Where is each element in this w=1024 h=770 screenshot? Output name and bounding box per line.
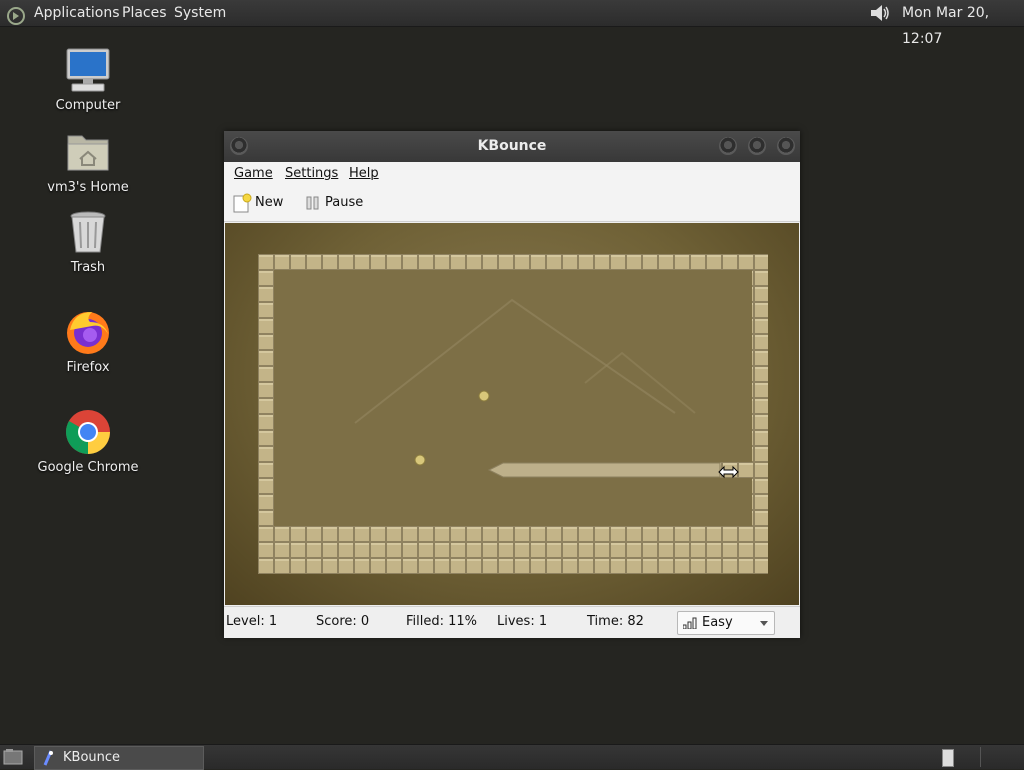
window-title: KBounce	[477, 138, 547, 154]
desktop-icon-label: Computer	[55, 98, 121, 113]
new-document-icon	[233, 193, 252, 213]
difficulty-select[interactable]: Easy	[677, 611, 775, 635]
taskbar-item-label: KBounce	[63, 750, 121, 765]
minimize-button[interactable]	[719, 137, 737, 155]
kbounce-icon	[43, 750, 53, 766]
pause-icon	[306, 196, 319, 210]
desktop-icon-label: Firefox	[66, 360, 110, 375]
show-desktop-icon[interactable]	[3, 748, 23, 766]
ball	[478, 390, 490, 402]
desktop-icon-computer[interactable]: Computer	[28, 46, 148, 116]
desktop-icon-label: Google Chrome	[37, 460, 139, 475]
ball	[414, 454, 426, 466]
main-menu-logo-icon[interactable]	[6, 3, 26, 29]
game-board-canvas[interactable]	[225, 223, 799, 605]
menu-settings[interactable]: Settings	[285, 162, 338, 185]
game-board[interactable]	[225, 223, 799, 605]
desktop-icon-label: Trash	[70, 260, 106, 275]
menu-game[interactable]: Game	[234, 162, 273, 185]
chrome-icon	[66, 410, 110, 454]
time-status: Time: 82	[587, 614, 644, 629]
computer-icon	[66, 48, 110, 92]
desktop-icon-home[interactable]: vm3's Home	[28, 128, 148, 198]
pause-button[interactable]: Pause	[304, 185, 366, 221]
difficulty-bars-icon	[683, 617, 697, 629]
window-titlebar[interactable]: KBounce	[224, 131, 800, 162]
trash-icon	[70, 211, 106, 253]
menu-help[interactable]: Help	[349, 162, 379, 185]
filled-status: Filled: 11%	[406, 614, 478, 629]
level-status: Level: 1	[226, 614, 278, 629]
desktop-icon-trash[interactable]: Trash	[28, 208, 148, 278]
desktop-icon-chrome[interactable]: Google Chrome	[28, 408, 148, 478]
menubar: Game Settings Help	[224, 162, 800, 186]
score-status: Score: 0	[316, 614, 370, 629]
kbounce-window: KBounce Game Settings Help New Pause Lev…	[224, 131, 800, 638]
toolbar: New Pause	[224, 185, 800, 222]
new-button-label: New	[255, 195, 284, 210]
panel-divider	[980, 747, 981, 767]
desktop-icon-firefox[interactable]: Firefox	[28, 308, 148, 378]
applications-menu[interactable]: Applications	[34, 0, 120, 26]
clock[interactable]: Mon Mar 20, 12:07	[902, 0, 1024, 52]
system-menu[interactable]: System	[174, 0, 226, 26]
desktop-icon-label: vm3's Home	[47, 180, 129, 195]
taskbar-item-kbounce[interactable]: KBounce	[34, 746, 204, 770]
maximize-button[interactable]	[748, 137, 766, 155]
play-field	[274, 270, 752, 526]
difficulty-value: Easy	[702, 615, 733, 630]
places-menu[interactable]: Places	[122, 0, 167, 26]
growing-wall	[487, 462, 721, 478]
top-panel: Applications Places System Mon Mar 20, 1…	[0, 0, 1024, 47]
new-game-button[interactable]: New	[230, 185, 292, 221]
lives-status: Lives: 1	[497, 614, 548, 629]
firefox-icon	[67, 312, 109, 354]
workspace-switcher[interactable]	[942, 749, 954, 767]
volume-icon[interactable]	[869, 3, 891, 23]
close-button[interactable]	[777, 137, 795, 155]
pause-button-label: Pause	[325, 195, 364, 210]
bottom-panel: KBounce	[0, 744, 1024, 770]
home-folder-icon	[67, 135, 109, 171]
statusbar: Level: 1 Score: 0 Filled: 11% Lives: 1 T…	[224, 606, 800, 638]
chevron-down-icon	[760, 621, 768, 626]
